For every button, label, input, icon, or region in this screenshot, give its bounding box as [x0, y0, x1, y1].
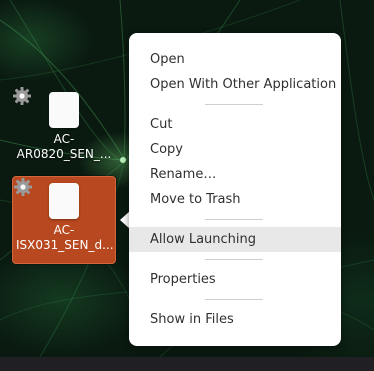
menu-separator	[129, 212, 341, 227]
desktop-icon-label: AC- ISX031_SEN_d...	[16, 223, 114, 252]
menu-item-properties[interactable]: Properties	[129, 267, 341, 292]
menu-item-move-to-trash[interactable]: Move to Trash	[129, 187, 341, 212]
menu-separator	[129, 292, 341, 307]
menu-item-open[interactable]: Open	[129, 47, 341, 72]
desktop-icon-label: AC- AR0820_SEN_...	[16, 132, 112, 161]
menu-item-show-in-files[interactable]: Show in Files	[129, 307, 341, 332]
menu-item-copy[interactable]: Copy	[129, 137, 341, 162]
gear-icon	[13, 87, 79, 128]
menu-item-cut[interactable]: Cut	[129, 112, 341, 137]
gear-icon	[14, 178, 79, 219]
desktop-icon-ar0820[interactable]: AC- AR0820_SEN_...	[12, 86, 116, 162]
context-menu: Open Open With Other Application Cut Cop…	[129, 33, 341, 346]
menu-item-open-with[interactable]: Open With Other Application	[129, 72, 341, 97]
menu-separator	[129, 97, 341, 112]
menu-item-rename[interactable]: Rename…	[129, 162, 341, 187]
desktop-background[interactable]: AC- AR0820_SEN_... AC- ISX031_SEN_d... O…	[0, 0, 374, 357]
bottom-panel	[0, 357, 374, 371]
desktop-icon-isx031[interactable]: AC- ISX031_SEN_d...	[12, 176, 116, 264]
menu-separator	[129, 252, 341, 267]
menu-item-allow-launching[interactable]: Allow Launching	[129, 227, 341, 252]
